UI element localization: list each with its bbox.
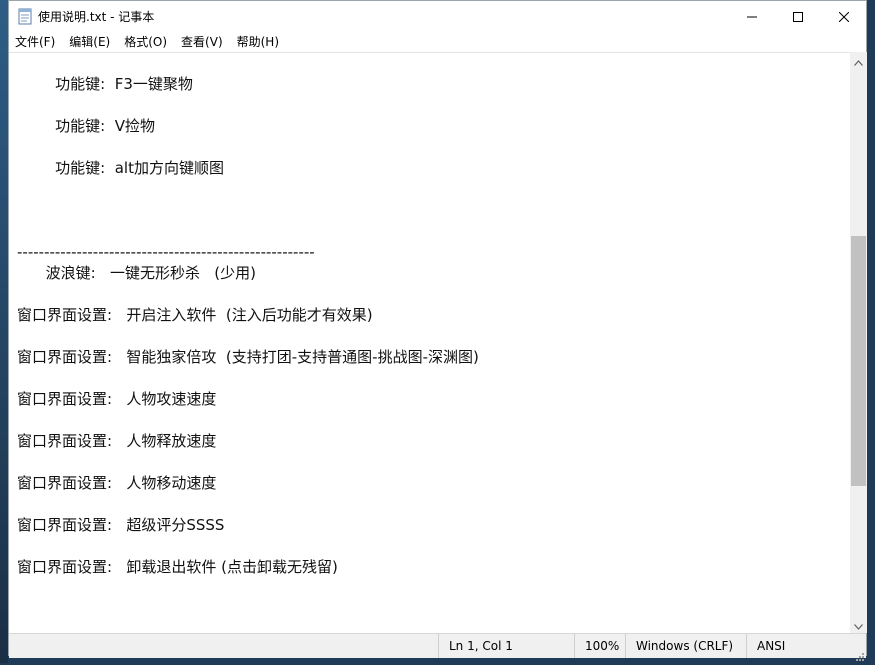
scroll-up-button[interactable] [850,52,867,69]
chevron-down-icon [854,615,863,634]
maximize-icon [792,7,803,26]
scroll-down-button[interactable] [850,616,867,633]
notepad-icon [17,8,33,25]
minimize-icon [746,7,757,26]
close-button[interactable] [821,1,866,32]
window-title: 使用说明.txt - 记事本 [38,10,155,24]
text-editor-area[interactable]: 功能键: F3一键聚物 功能键: V捡物 功能键: alt加方向键顺图 ----… [9,52,850,634]
text-line: ----------------------------------------… [17,243,315,261]
cursor-position: Ln 1, Col 1 [438,634,574,658]
scrollbar-thumb[interactable] [851,236,866,486]
desktop-edge [0,0,8,663]
resize-grip-icon[interactable] [854,646,864,661]
text-line: 功能键: V捡物 [17,117,155,135]
encoding: ANSI [746,634,846,658]
title-bar[interactable]: 使用说明.txt - 记事本 [9,1,866,32]
text-line: 功能键: F3一键聚物 [17,75,193,93]
text-line: 窗口界面设置: 开启注入软件 (注入后功能才有效果) [17,306,373,324]
menu-help[interactable]: 帮助(H) [230,32,286,52]
text-line: 窗口界面设置: 人物攻速速度 [17,390,217,408]
menu-format[interactable]: 格式(O) [117,32,174,52]
zoom-level: 100% [574,634,625,658]
line-ending: Windows (CRLF) [625,634,746,658]
vertical-scrollbar[interactable] [850,52,867,633]
text-line: 窗口界面设置: 卸载退出软件 (点击卸载无残留) [17,558,338,576]
close-icon [838,7,849,26]
menu-file[interactable]: 文件(F) [9,32,62,52]
status-bar: Ln 1, Col 1 100% Windows (CRLF) ANSI [9,633,866,661]
chevron-up-icon [854,51,863,70]
maximize-button[interactable] [775,1,820,32]
text-line: 波浪键: 一键无形秒杀 (少用) [17,264,256,282]
text-line: 窗口界面设置: 人物释放速度 [17,432,217,450]
menu-edit[interactable]: 编辑(E) [62,32,117,52]
notepad-window: 使用说明.txt - 记事本 文件(F) 编辑(E) 格式(O) 查看(V) 帮… [8,0,867,661]
menu-view[interactable]: 查看(V) [174,32,230,52]
text-line: 窗口界面设置: 智能独家倍攻 (支持打团-支持普通图-挑战图-深渊图) [17,348,479,366]
menu-bar: 文件(F) 编辑(E) 格式(O) 查看(V) 帮助(H) [9,32,866,52]
text-line: 功能键: alt加方向键顺图 [17,159,224,177]
text-line: 窗口界面设置: 人物移动速度 [17,474,217,492]
minimize-button[interactable] [729,1,774,32]
text-line: 窗口界面设置: 超级评分SSSS [17,516,225,534]
